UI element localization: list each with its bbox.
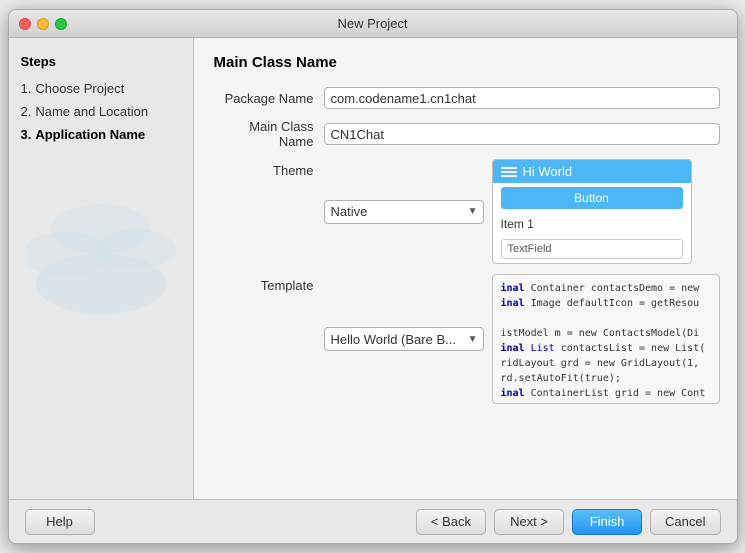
theme-content: Native Flat Material iOS ▼ Hi World <box>324 159 721 264</box>
panel-title: Main Class Name <box>214 54 721 71</box>
watermark-icon <box>26 174 176 324</box>
window-title: New Project <box>337 16 407 31</box>
sidebar: Steps 1. Choose Project 2. Name and Loca… <box>9 38 194 499</box>
back-button[interactable]: < Back <box>416 509 486 535</box>
template-content: Hello World (Bare B... Hello World Tabs … <box>324 274 721 404</box>
sidebar-item-name-location[interactable]: 2. Name and Location <box>21 102 181 121</box>
theme-row: Theme Native Flat Material iOS ▼ <box>214 159 721 264</box>
theme-select-wrapper: Native Flat Material iOS ▼ <box>324 159 484 264</box>
code-line-3 <box>501 311 712 326</box>
window-controls <box>19 18 67 30</box>
preview-list-item: Item 1 <box>493 213 691 235</box>
maximize-button[interactable] <box>55 18 67 30</box>
main-class-input[interactable] <box>324 123 721 145</box>
main-window: New Project Steps 1. Choose Project 2. N… <box>8 9 738 544</box>
sidebar-item-app-name[interactable]: 3. Application Name <box>21 125 181 144</box>
template-select-wrapper: Hello World (Bare B... Hello World Tabs … <box>324 274 484 404</box>
hamburger-icon <box>501 167 517 177</box>
footer-left: Help <box>25 509 95 535</box>
step-3-label: Application Name <box>35 127 145 142</box>
code-preview: inal Container contactsDemo = new inal I… <box>492 274 721 404</box>
preview-textfield: TextField <box>501 239 683 259</box>
footer: Help < Back Next > Finish Cancel <box>9 499 737 543</box>
main-class-row: Main Class Name <box>214 119 721 149</box>
close-button[interactable] <box>19 18 31 30</box>
preview-header: Hi World <box>493 160 691 183</box>
template-label: Template <box>214 274 324 293</box>
theme-preview: Hi World Button Item 1 TextField <box>492 159 692 264</box>
step-1-number: 1. <box>21 81 32 96</box>
content-area: Steps 1. Choose Project 2. Name and Loca… <box>9 38 737 499</box>
template-select[interactable]: Hello World (Bare B... Hello World Tabs <box>324 327 484 351</box>
sidebar-item-choose-project[interactable]: 1. Choose Project <box>21 79 181 98</box>
code-line-2: inal Image defaultIcon = getResou <box>501 296 712 311</box>
code-line-6: ridLayout grd = new GridLayout(1, <box>501 356 712 371</box>
preview-title: Hi World <box>523 164 573 179</box>
step-2-label: Name and Location <box>35 104 148 119</box>
code-line-1: inal Container contactsDemo = new <box>501 281 712 296</box>
code-line-8: inal ContainerList grid = new Cont <box>501 386 712 401</box>
code-line-5: inal List contactsList = new List( <box>501 341 712 356</box>
main-class-label: Main Class Name <box>214 119 324 149</box>
step-1-label: Choose Project <box>35 81 124 96</box>
cancel-button[interactable]: Cancel <box>650 509 720 535</box>
preview-button: Button <box>501 187 683 209</box>
steps-list: 1. Choose Project 2. Name and Location 3… <box>21 79 181 144</box>
main-panel: Main Class Name Package Name Main Class … <box>194 38 737 499</box>
theme-select[interactable]: Native Flat Material iOS <box>324 200 484 224</box>
package-name-label: Package Name <box>214 91 324 106</box>
footer-right: < Back Next > Finish Cancel <box>416 509 721 535</box>
next-button[interactable]: Next > <box>494 509 564 535</box>
titlebar: New Project <box>9 10 737 38</box>
help-button[interactable]: Help <box>25 509 95 535</box>
code-line-7: rd.setAutoFit(true); <box>501 371 712 386</box>
theme-label: Theme <box>214 159 324 178</box>
code-line-4: istModel m = new ContactsModel(Di <box>501 326 712 341</box>
finish-button[interactable]: Finish <box>572 509 642 535</box>
step-3-number: 3. <box>21 127 32 142</box>
package-name-row: Package Name <box>214 87 721 109</box>
template-row: Template Hello World (Bare B... Hello Wo… <box>214 274 721 404</box>
step-2-number: 2. <box>21 104 32 119</box>
code-line-9: rid.setLayout(grd); <box>501 401 712 404</box>
package-name-input[interactable] <box>324 87 721 109</box>
steps-title: Steps <box>21 54 181 69</box>
watermark <box>21 144 181 324</box>
minimize-button[interactable] <box>37 18 49 30</box>
